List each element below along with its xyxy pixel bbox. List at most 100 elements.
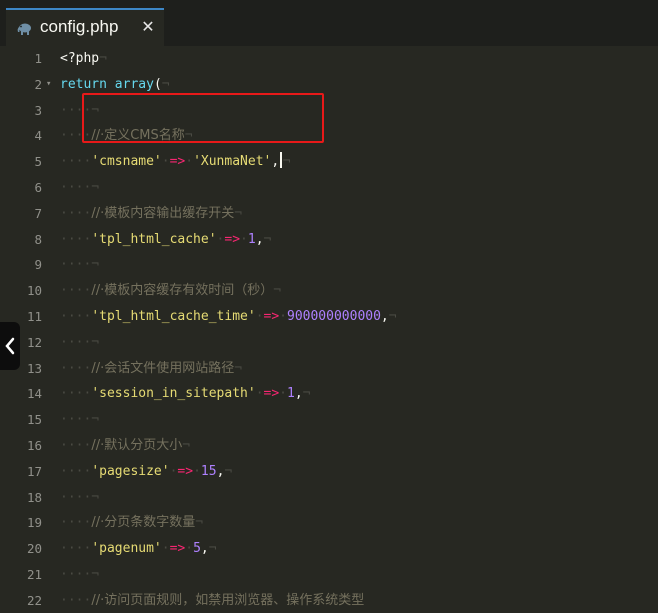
code-number: 1 (247, 231, 256, 247)
close-icon[interactable]: ✕ (140, 17, 156, 37)
code-line[interactable]: 5 ····'cmsname'·=>·'XunmaNet', ¬ (0, 149, 658, 174)
code-text: ····//·会话文件使用网站路径¬ (60, 356, 242, 381)
code-text: ····'pagenum'·=>·5,¬ (60, 536, 217, 561)
code-token: , (255, 231, 264, 247)
code-text: ····¬ (60, 98, 99, 123)
code-comment: //·模板内容缓存有效时间（秒） (91, 283, 274, 299)
code-line[interactable]: 16 ····//·默认分页大小¬ (0, 433, 658, 458)
code-text: ····¬ (60, 407, 99, 432)
code-keyword: array (114, 76, 154, 92)
code-string: 'tpl_html_cache' (91, 231, 217, 247)
whitespace-marker: ···· (60, 283, 92, 299)
php-elephant-icon (16, 21, 32, 35)
line-number: 21 (26, 567, 42, 582)
code-operator: => (177, 463, 194, 479)
whitespace-marker: · (255, 309, 264, 324)
code-text: ····'tpl_html_cache'·=>·1,¬ (60, 227, 271, 252)
code-line[interactable]: 17 ····'pagesize'·=>·15,¬ (0, 459, 658, 484)
code-operator: => (263, 309, 280, 324)
whitespace-marker: ···· (60, 231, 92, 247)
code-line[interactable]: 14 ····'session_in_sitepath'·=>·1,¬ (0, 381, 658, 406)
code-comment: //·会话文件使用网站路径 (91, 360, 235, 376)
fold-arrow-icon[interactable]: ▾ (46, 72, 56, 97)
whitespace-marker: ¬ (99, 51, 107, 66)
whitespace-marker: · (193, 463, 201, 479)
code-text: ····¬ (60, 175, 99, 200)
whitespace-marker: ¬ (273, 283, 282, 299)
code-token: , (200, 541, 209, 557)
whitespace-marker: ¬ (234, 205, 243, 221)
line-number: 1 (34, 51, 42, 66)
code-line[interactable]: 18 ····¬ (0, 485, 658, 510)
whitespace-marker: · (161, 154, 170, 170)
whitespace-marker: · (279, 386, 287, 402)
code-text: ····¬ (60, 330, 99, 355)
text-cursor (280, 152, 282, 169)
code-line[interactable]: 12 ····¬ (0, 330, 658, 355)
code-number: 900000000000 (287, 309, 381, 324)
code-line[interactable]: 4 ····//·定义CMS名称¬ (0, 123, 658, 148)
whitespace-marker: ¬ (195, 515, 204, 531)
code-number: 1 (287, 386, 295, 402)
code-string: 'pagenum' (91, 541, 162, 557)
code-line[interactable]: 20 ····'pagenum'·=>·5,¬ (0, 536, 658, 561)
code-text: ····//·默认分页大小¬ (60, 433, 190, 458)
whitespace-marker: ···· (60, 154, 92, 170)
code-editor[interactable]: 1 <?php¬ 2 ▾ return array(¬ 3 ····¬ 4 ····//·定义C… (0, 46, 658, 608)
code-line[interactable]: 9 ····¬ (0, 252, 658, 277)
whitespace-marker: ¬ (182, 438, 191, 453)
whitespace-marker: ¬ (282, 154, 291, 170)
whitespace-marker: ····¬ (60, 180, 100, 195)
whitespace-marker: ¬ (302, 386, 311, 402)
line-number: 8 (34, 231, 42, 247)
whitespace-marker: ¬ (263, 231, 272, 247)
code-token: <?php (60, 51, 100, 66)
whitespace-marker: ···· (60, 515, 92, 531)
code-text: ····//·分页条数字数量¬ (60, 510, 203, 535)
code-comment: //·定义CMS名称 (91, 128, 185, 144)
line-number: 22 (26, 592, 42, 608)
code-text: ····'session_in_sitepath'·=>·1,¬ (60, 381, 310, 406)
code-line[interactable]: 3 ····¬ (0, 98, 658, 123)
tab-config-php[interactable]: config.php ✕ (6, 8, 164, 46)
code-text: <?php¬ (60, 46, 107, 71)
whitespace-marker: ····¬ (60, 257, 100, 273)
whitespace-marker: ···· (60, 438, 92, 453)
code-line[interactable]: 2 ▾ return array(¬ (0, 72, 658, 97)
code-token: , (271, 154, 280, 170)
whitespace-marker: · (169, 463, 178, 479)
line-number: 17 (26, 463, 42, 479)
whitespace-marker: ····¬ (60, 567, 100, 582)
code-number: 15 (200, 463, 217, 479)
code-text: ····¬ (60, 485, 99, 510)
whitespace-marker: ····¬ (60, 489, 100, 505)
code-comment: //·模板内容输出缓存开关 (91, 205, 235, 221)
code-token: , (216, 463, 225, 479)
code-line[interactable]: 8 ····'tpl_html_cache'·=>·1,¬ (0, 227, 658, 252)
code-text: ····//·访问页面规则，如禁用浏览器、操作系统类型 (60, 588, 364, 613)
line-number: 18 (26, 489, 42, 505)
code-line[interactable]: 7 ····//·模板内容输出缓存开关¬ (0, 201, 658, 226)
code-text: ····//·模板内容输出缓存开关¬ (60, 201, 242, 226)
code-line[interactable]: 19 ····//·分页条数字数量¬ (0, 510, 658, 535)
line-number: 3 (34, 102, 42, 118)
code-line[interactable]: 6 ····¬ (0, 175, 658, 200)
code-text: ····//·定义CMS名称¬ (60, 123, 193, 148)
whitespace-marker: ····¬ (60, 334, 100, 350)
whitespace-marker: ¬ (234, 360, 243, 376)
whitespace-marker: ···· (60, 360, 92, 376)
code-token: , (380, 309, 389, 324)
code-line[interactable]: 22 ····//·访问页面规则，如禁用浏览器、操作系统类型 (0, 588, 658, 613)
code-line[interactable]: 13 ····//·会话文件使用网站路径¬ (0, 356, 658, 381)
code-line[interactable]: 21 ····¬ (0, 562, 658, 587)
code-line[interactable]: 15 ····¬ (0, 407, 658, 432)
whitespace-marker: ···· (60, 463, 92, 479)
whitespace-marker: ····¬ (60, 412, 100, 428)
line-number: 5 (34, 154, 42, 170)
code-operator: => (169, 541, 186, 557)
sidebar-toggle-button[interactable] (0, 322, 20, 370)
code-line[interactable]: 1 <?php¬ (0, 46, 658, 71)
code-line[interactable]: 11 ····'tpl_html_cache_time'·=>·900000000… (0, 304, 658, 329)
code-line[interactable]: 10 ····//·模板内容缓存有效时间（秒）¬ (0, 278, 658, 303)
whitespace-marker: ···· (60, 541, 92, 557)
